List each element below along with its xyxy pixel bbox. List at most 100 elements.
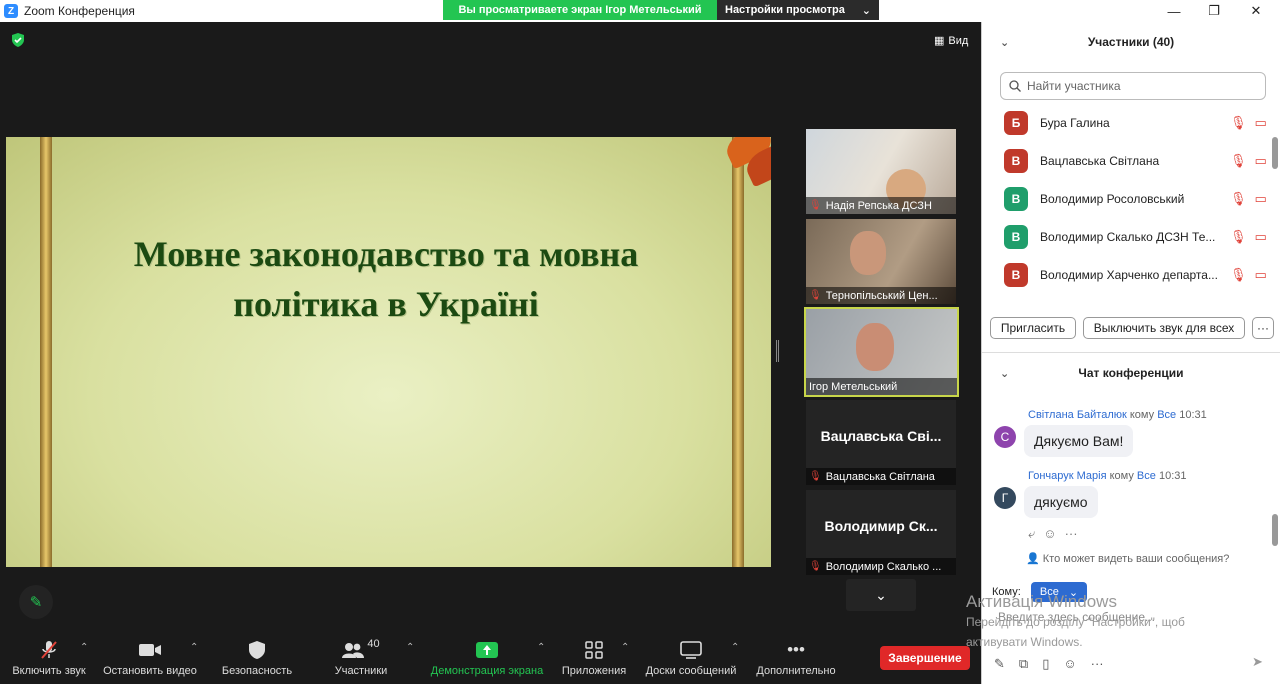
format-icon[interactable]: ✎ (994, 656, 1005, 672)
more-dots-icon[interactable]: ··· (1091, 656, 1104, 672)
avatar: С (994, 426, 1016, 448)
chevron-down-icon: ⌄ (875, 586, 887, 603)
participant-face (856, 323, 894, 371)
chat-visibility-link[interactable]: 👤 Кто может видеть ваши сообщения? (1026, 552, 1229, 565)
participant-name: Володимир Харченко департа... (1040, 268, 1218, 282)
video-tile[interactable]: 🎙 Надія Репська ДСЗН (806, 129, 956, 214)
chat-sender[interactable]: Гончарук Марія (1028, 470, 1107, 482)
video-tile[interactable]: Володимир Ск... 🎙 Володимир Скалько ... (806, 490, 956, 575)
video-tile[interactable]: Вацлавська Сві... 🎙 Вацлавська Світлана (806, 400, 956, 485)
encryption-shield-icon (12, 33, 24, 47)
apps-label: Приложения (561, 665, 627, 677)
scroll-down-tiles-button[interactable]: ⌄ (846, 579, 916, 611)
minimize-button[interactable]: — (1154, 0, 1194, 22)
send-icon[interactable]: ➤ (1252, 654, 1263, 670)
mic-muted-icon: 🎙 (809, 471, 822, 482)
whiteboards-options-caret[interactable]: ⌃ (731, 642, 739, 653)
share-screen-button[interactable]: Демонстрация экрана (428, 634, 546, 684)
view-settings-button[interactable]: Настройки просмотра ⌄ (717, 0, 879, 20)
chat-to-word: кому (1109, 470, 1134, 482)
security-label: Безопасность (221, 665, 293, 677)
screenshot-icon[interactable]: ⧉ (1019, 656, 1028, 672)
emoji-icon[interactable]: ☺ (1063, 656, 1076, 672)
file-icon[interactable]: ▯ (1042, 656, 1049, 672)
resize-handle[interactable] (776, 340, 779, 362)
slide-pillar-right (732, 137, 744, 567)
video-tile[interactable]: 🎙 Тернопільський Цен... (806, 219, 956, 304)
participants-scrollbar[interactable] (1272, 137, 1278, 169)
mute-all-button[interactable]: Выключить звук для всех (1083, 317, 1245, 339)
unmute-button[interactable]: Включить звук (10, 634, 88, 684)
more-dots-icon: ••• (787, 640, 805, 659)
avatar: В (1004, 225, 1028, 249)
mic-muted-icon[interactable]: 🎙 (1230, 267, 1247, 283)
mic-muted-icon (40, 639, 58, 661)
collapse-chevron-icon[interactable]: ⌄ (1000, 36, 1009, 49)
tile-big-name: Вацлавська Сві... (820, 428, 942, 444)
tile-big-name: Володимир Ск... (824, 518, 938, 534)
audio-options-caret[interactable]: ⌃ (80, 642, 88, 653)
apps-options-caret[interactable]: ⌃ (621, 642, 629, 653)
mic-muted-icon[interactable]: 🎙 (1230, 115, 1247, 131)
chat-recipient-value: Все (1039, 586, 1059, 598)
chat-title: Чат конференции (1078, 366, 1184, 380)
participant-row[interactable]: В Володимир Росоловський 🎙 ▭ (982, 180, 1272, 218)
video-tile-active-speaker[interactable]: Ігор Метельський (804, 307, 959, 397)
pencil-icon: ✎ (29, 594, 43, 611)
video-off-icon[interactable]: ▭ (1255, 153, 1267, 169)
share-banner: Вы просматриваете экран Ігор Метельський… (443, 0, 879, 20)
participant-name: Володимир Скалько ДСЗН Те... (1040, 230, 1216, 244)
video-off-icon[interactable]: ▭ (1255, 267, 1267, 283)
participant-row[interactable]: Б Бура Галина 🎙 ▭ (982, 104, 1272, 142)
mic-muted-icon[interactable]: 🎙 (1230, 153, 1247, 169)
chat-message-meta: Світлана Байталюк кому Все 10:31 (1028, 409, 1207, 421)
participants-more-button[interactable]: ··· (1252, 317, 1274, 339)
collapse-chevron-icon[interactable]: ⌄ (1000, 367, 1009, 380)
apps-button[interactable]: Приложения (558, 634, 630, 684)
whiteboards-button[interactable]: Доски сообщений (642, 634, 740, 684)
video-off-icon[interactable]: ▭ (1255, 115, 1267, 131)
tile-name: Ігор Метельський (809, 380, 898, 393)
tile-name: Вацлавська Світлана (825, 470, 935, 483)
more-label: Дополнительно (756, 665, 836, 677)
more-button[interactable]: ••• Дополнительно (752, 634, 840, 684)
maximize-button[interactable]: ❐ (1194, 0, 1234, 22)
close-button[interactable]: ✕ (1236, 0, 1276, 22)
stop-video-button[interactable]: Остановить видео (100, 634, 200, 684)
chat-header: ⌄ Чат конференции (982, 353, 1280, 393)
video-options-caret[interactable]: ⌃ (190, 642, 198, 653)
video-off-icon[interactable]: ▭ (1255, 191, 1267, 207)
security-button[interactable]: Безопасность (220, 634, 294, 684)
chat-message-text: дякуємо (1024, 486, 1098, 518)
tile-name: Володимир Скалько ... (825, 560, 942, 573)
chat-scrollbar[interactable] (1272, 514, 1278, 546)
participants-label: Участники (334, 665, 388, 677)
shield-icon (248, 639, 266, 661)
chat-sender[interactable]: Світлана Байталюк (1028, 409, 1127, 421)
participant-row[interactable]: В Вацлавська Світлана 🎙 ▭ (982, 142, 1272, 180)
view-button[interactable]: ▦ Вид (934, 34, 968, 48)
reply-icon[interactable]: ⤶ (1028, 526, 1035, 542)
participant-row[interactable]: В Володимир Скалько ДСЗН Те... 🎙 ▭ (982, 218, 1272, 256)
chat-input[interactable]: Введите здесь сообщение... (998, 610, 1155, 624)
end-meeting-button[interactable]: Завершение (880, 646, 970, 670)
participants-options-caret[interactable]: ⌃ (406, 642, 414, 653)
mic-muted-icon[interactable]: 🎙 (1230, 229, 1247, 245)
invite-button[interactable]: Пригласить (990, 317, 1076, 339)
mic-muted-icon[interactable]: 🎙 (1230, 191, 1247, 207)
participant-search-input[interactable]: Найти участника (1000, 72, 1266, 100)
apps-icon (585, 639, 603, 661)
share-options-caret[interactable]: ⌃ (537, 642, 545, 653)
video-off-icon[interactable]: ▭ (1255, 229, 1267, 245)
more-dots-icon[interactable]: ··· (1065, 526, 1078, 542)
participant-name: Бура Галина (1040, 116, 1110, 130)
stop-video-label: Остановить видео (103, 665, 197, 677)
participant-row[interactable]: В Володимир Харченко департа... 🎙 ▭ (982, 256, 1272, 294)
annotate-pencil-button[interactable]: ✎ (19, 585, 53, 619)
people-icon: 👤 (1026, 553, 1040, 565)
mic-muted-icon: 🎙 (809, 561, 822, 572)
chat-recipient-select[interactable]: Все ⌄ (1031, 582, 1087, 602)
emoji-reaction-icon[interactable]: ☺ (1043, 526, 1056, 542)
participants-button[interactable]: 40 Участники (330, 634, 392, 684)
grid-icon: ▦ (934, 35, 945, 47)
